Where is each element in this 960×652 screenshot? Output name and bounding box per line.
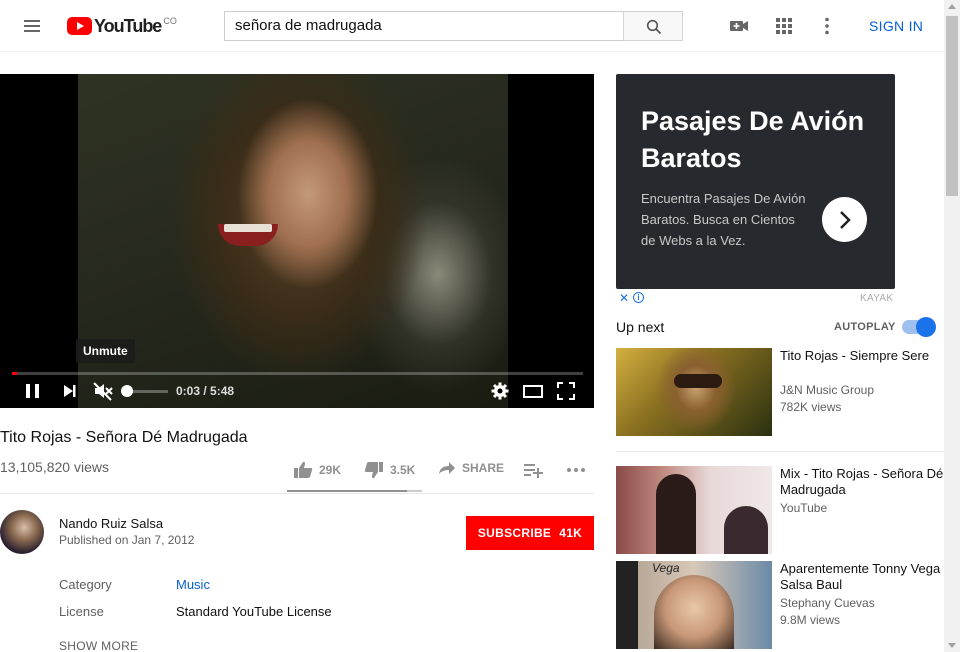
license-label: License [59,604,104,619]
video-frame[interactable] [78,74,508,408]
ad-arrow-button[interactable] [822,197,867,242]
scrollbar[interactable] [944,0,960,652]
video-title: Tito Rojas - Señora Dé Madrugada [0,429,248,446]
pause-icon[interactable] [24,381,42,401]
subscribe-label: SUBSCRIBE [477,526,552,540]
share-button[interactable]: SHARE [438,461,504,475]
dislike-button[interactable]: 3.5K [364,461,415,479]
settings-gear-icon[interactable] [490,381,510,401]
recommendation-thumbnail[interactable] [616,466,772,554]
license-value: Standard YouTube License [176,604,332,619]
divider [616,451,944,452]
logo-text: YouTube [94,15,162,36]
scrollbar-thumb[interactable] [946,16,958,196]
ad-description: Encuentra Pasajes De Avión Baratos. Busc… [641,191,806,248]
youtube-play-icon [67,17,92,35]
ad-title: Pasajes De Avión Baratos [641,106,865,173]
video-player[interactable]: Unmute 0:03 / 5:48 [0,74,594,408]
publish-date: Published on Jan 7, 2012 [59,533,195,547]
thumbs-down-icon [364,462,383,479]
show-more-button[interactable]: SHOW MORE [59,639,138,652]
ad-brand: KAYAK [860,293,894,304]
recommendation-thumbnail[interactable]: Vega [616,561,772,649]
like-button[interactable]: 29K [293,461,341,479]
search-input[interactable]: señora de madrugada [224,11,624,41]
muted-volume-icon[interactable] [93,381,113,401]
divider [0,493,594,494]
progress-bar-fill [12,372,18,375]
progress-bar[interactable] [12,372,583,375]
more-actions-icon[interactable] [566,466,586,474]
thumbnail-detail [724,506,768,554]
up-next-heading: Up next [616,319,665,335]
share-arrow-icon [439,462,455,474]
more-options-icon[interactable] [817,16,837,36]
menu-icon[interactable] [20,14,44,38]
ad-card[interactable]: Pasajes De Avión Baratos Encuentra Pasaj… [616,74,895,289]
thumbnail-text: Vega [652,561,680,575]
apps-grid-icon[interactable] [774,16,794,36]
subscribe-button[interactable]: SUBSCRIBE 41K [466,516,594,550]
recommendation-channel: J&N Music Group [780,383,875,397]
category-link[interactable]: Music [176,577,210,592]
thumbnail-detail [674,374,722,388]
channel-avatar[interactable] [0,510,44,554]
recommendation-channel: YouTube [780,501,828,515]
recommendation-title[interactable]: Mix - Tito Rojas - Señora Dé Madrugada [780,466,944,498]
youtube-logo[interactable]: YouTube CO [67,15,177,37]
create-video-icon[interactable] [729,16,749,36]
top-bar: YouTube CO señora de madrugada SIGN IN [0,0,944,52]
scroll-up-arrow-icon[interactable] [948,4,956,9]
time-display: 0:03 / 5:48 [176,384,235,398]
thumbnail-detail [656,474,696,554]
page: YouTube CO señora de madrugada SIGN IN U… [0,0,960,652]
recommendation-title[interactable]: Tito Rojas - Siempre Sere [780,348,944,364]
recommendation-thumbnail[interactable] [616,348,772,436]
thumbnail-detail [654,575,734,649]
search-icon [646,19,662,35]
search-button[interactable] [623,11,683,41]
category-label: Category [59,577,112,592]
thumbs-up-icon [294,461,313,478]
recommendation-views: 782K views [780,400,842,414]
dislike-count: 3.5K [390,463,416,477]
sign-in-button[interactable]: SIGN IN [869,18,923,34]
recommendation-item[interactable]: Tito Rojas - Siempre Sere J&N Music Grou… [616,348,944,436]
add-to-playlist-icon[interactable] [523,461,543,479]
fullscreen-icon[interactable] [556,381,576,401]
like-count: 29K [319,463,342,477]
view-count: 13,105,820 views [0,459,109,475]
scroll-down-arrow-icon[interactable] [948,643,956,648]
recommendation-channel: Stephany Cuevas [780,596,875,610]
ad-close-icon[interactable]: ✕ [619,291,629,305]
next-video-icon[interactable] [61,381,79,401]
logo-country: CO [163,16,177,26]
video-content-detail [224,224,272,232]
unmute-tooltip: Unmute [76,339,135,363]
autoplay-label: AUTOPLAY [834,321,896,333]
recommendation-title[interactable]: Aparentemente Tonny Vega Salsa Baul [780,561,944,593]
like-ratio-fill [287,490,408,492]
like-dislike-bar [287,490,422,492]
subscriber-count: 41K [559,526,583,540]
ad-info-icon[interactable]: i [633,292,644,303]
share-label: SHARE [462,461,505,475]
chevron-right-icon [839,210,851,229]
recommendation-views: 9.8M views [780,613,841,627]
volume-slider-knob[interactable] [121,385,133,397]
recommendation-item[interactable]: Vega Aparentemente Tonny Vega Salsa Baul… [616,561,944,649]
recommendation-item[interactable]: Mix - Tito Rojas - Señora Dé Madrugada Y… [616,466,944,554]
theater-mode-icon[interactable] [522,381,544,401]
autoplay-toggle-knob[interactable] [916,317,936,337]
channel-name[interactable]: Nando Ruiz Salsa [59,516,163,531]
